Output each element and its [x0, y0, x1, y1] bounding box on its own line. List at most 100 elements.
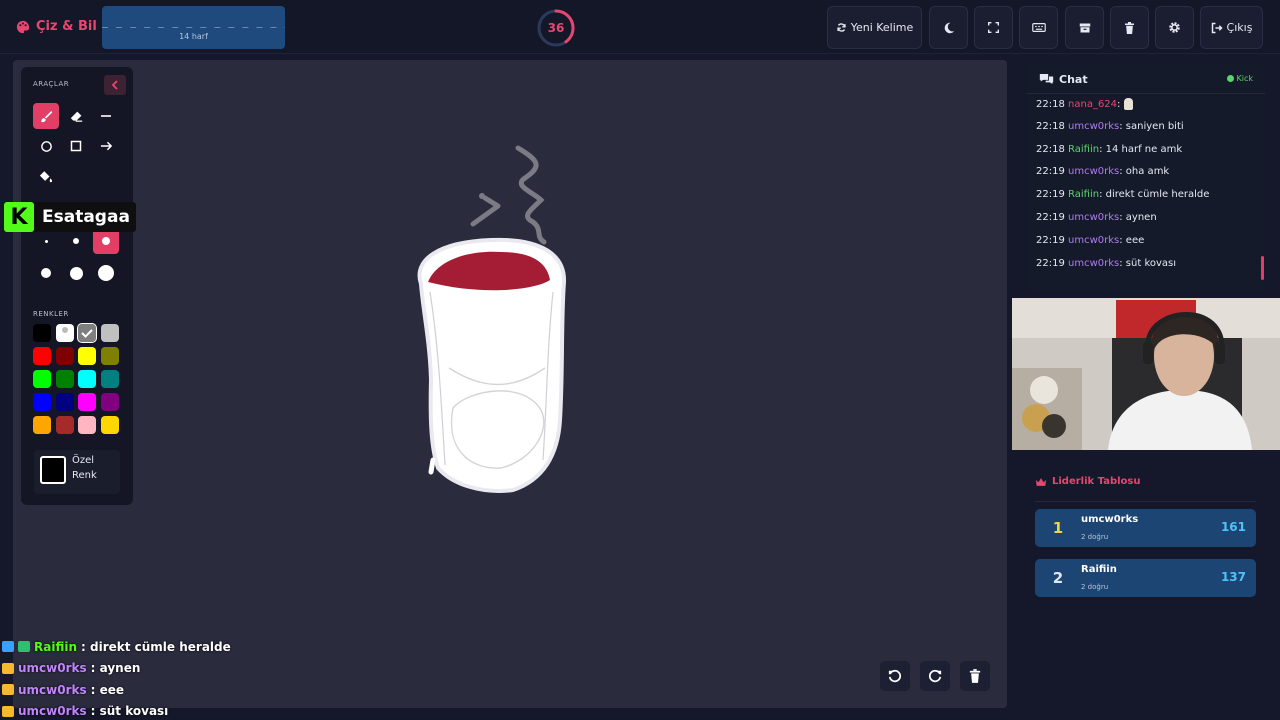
tool-eraser[interactable]: [63, 103, 89, 129]
word-hint-box: _ _ _ _ _ _ _ _ _ _ _ _ _ _ 14 harf: [102, 6, 285, 49]
chat-status: Kick: [1226, 74, 1254, 83]
keyboard-button[interactable]: [1019, 6, 1058, 49]
archive-button[interactable]: [1065, 6, 1104, 49]
top-bar: Çiz & Bil _ _ _ _ _ _ _ _ _ _ _ _ _ _ 14…: [0, 0, 1280, 54]
color-swatch[interactable]: [100, 370, 119, 388]
chat-message: 22:19 Raifiin: direkt cümle heralde: [1036, 189, 1209, 200]
chat-text: : aynen: [1119, 212, 1157, 223]
streamer-overlay: K Esatagaa: [4, 202, 136, 232]
steam-dot: [479, 193, 485, 199]
leaderboard-header: Liderlik Tablosu: [1035, 476, 1265, 487]
chat-header: Chat Kick: [1027, 63, 1265, 94]
theme-toggle-button[interactable]: [929, 6, 968, 49]
chat-title: Chat: [1059, 73, 1088, 86]
tool-arrow[interactable]: [93, 133, 119, 159]
color-swatch[interactable]: [55, 370, 74, 388]
word-length: 14 harf: [179, 32, 208, 41]
color-swatch[interactable]: [55, 324, 74, 342]
stream-chat-user: umcw0rks: [18, 704, 87, 719]
brush-size-6[interactable]: [93, 260, 119, 286]
chat-message: 22:19 umcw0rks: süt kovası: [1036, 258, 1176, 269]
trash-icon: [1125, 21, 1134, 34]
undo-button[interactable]: [880, 661, 910, 691]
crown-icon: [1035, 477, 1047, 486]
crown-badge-icon: [2, 705, 14, 717]
fullscreen-button[interactable]: [974, 6, 1013, 49]
leaderboard-correct-count: 2 doğru: [1081, 583, 1109, 591]
tool-brush[interactable]: [33, 103, 59, 129]
tool-circle[interactable]: [33, 133, 59, 159]
chat-text: :: [1117, 99, 1121, 110]
chat-bubbles-icon: [1039, 74, 1054, 84]
settings-button[interactable]: [1155, 6, 1194, 49]
color-swatch[interactable]: [78, 347, 96, 365]
chat-user: umcw0rks: [1068, 212, 1120, 223]
clear-button[interactable]: [1110, 6, 1149, 49]
color-swatch[interactable]: [55, 393, 74, 411]
fill-bucket-icon: [39, 170, 53, 182]
check-icon: [81, 329, 93, 338]
color-swatch[interactable]: [33, 324, 51, 342]
webcam-image: [1012, 298, 1280, 450]
brush-size-4[interactable]: [33, 260, 59, 286]
keyboard-icon: [1031, 23, 1046, 32]
collapse-panel-button[interactable]: [104, 75, 126, 95]
chat-user: Raifiin: [1068, 143, 1100, 155]
badge-icon: [2, 641, 14, 653]
logout-button[interactable]: Çıkış: [1200, 6, 1263, 49]
cup-drip: [428, 457, 436, 475]
color-swatch[interactable]: [78, 416, 96, 434]
drawing-canvas[interactable]: [13, 60, 1007, 708]
leaderboard-name: umcw0rks: [1081, 514, 1139, 525]
leaderboard-title: Liderlik Tablosu: [1052, 476, 1141, 487]
stream-chat-user: umcw0rks: [18, 682, 87, 697]
round-timer: 36: [536, 8, 576, 48]
color-swatch[interactable]: [100, 347, 119, 365]
new-word-button[interactable]: Yeni Kelime: [827, 6, 922, 49]
redo-button[interactable]: [920, 661, 950, 691]
eraser-icon: [70, 111, 82, 122]
stream-chat-text: : eee: [90, 682, 125, 697]
brush-size-5[interactable]: [63, 260, 89, 286]
color-swatch[interactable]: [55, 416, 74, 434]
color-swatch[interactable]: [100, 416, 119, 434]
chevron-left-icon: [111, 80, 118, 90]
logout-icon: [1211, 22, 1223, 33]
chat-time: 22:19: [1036, 212, 1065, 223]
tool-rectangle[interactable]: [63, 133, 89, 159]
custom-color-button[interactable]: Özel Renk: [34, 450, 120, 494]
chat-scrollbar[interactable]: [1261, 256, 1264, 280]
refresh-icon: [837, 23, 846, 32]
color-swatch[interactable]: [33, 416, 51, 434]
logout-label: Çıkış: [1226, 21, 1253, 34]
chat-text: : direkt cümle heralde: [1099, 189, 1210, 201]
color-swatch[interactable]: [33, 347, 51, 365]
line-icon: [101, 115, 111, 117]
leaderboard-panel: Liderlik Tablosu 1 umcw0rks 2 doğru 161 …: [1027, 476, 1265, 597]
color-swatch[interactable]: [33, 393, 51, 411]
canvas-clear-button[interactable]: [960, 661, 990, 691]
tool-line[interactable]: [93, 103, 119, 129]
color-swatch[interactable]: [78, 393, 96, 411]
tools-title: ARAÇLAR: [33, 80, 70, 88]
chat-status-label: Kick: [1236, 74, 1254, 83]
color-swatch[interactable]: [78, 370, 96, 388]
chat-text: : 14 harf ne amk: [1099, 143, 1183, 155]
stream-chat-user: umcw0rks: [18, 661, 87, 676]
color-swatch[interactable]: [33, 370, 51, 388]
color-swatch[interactable]: [77, 323, 97, 343]
stream-chat-text: : aynen: [90, 661, 141, 676]
tool-fill[interactable]: [33, 163, 59, 189]
color-swatch[interactable]: [100, 393, 119, 411]
color-swatch[interactable]: [55, 347, 74, 365]
kick-logo-icon: K: [4, 202, 34, 232]
divider: [1035, 501, 1256, 502]
chat-text: : saniyen biti: [1119, 120, 1184, 132]
webcam-feed: [1012, 298, 1280, 450]
palette-icon: [16, 20, 30, 33]
color-swatch[interactable]: [100, 324, 119, 342]
colors-title: RENKLER: [33, 310, 69, 318]
fullscreen-icon: [988, 22, 999, 33]
tools-panel: ARAÇLAR RENKLER Özel Renk: [21, 67, 133, 505]
custom-color-label: Renk: [72, 470, 97, 481]
